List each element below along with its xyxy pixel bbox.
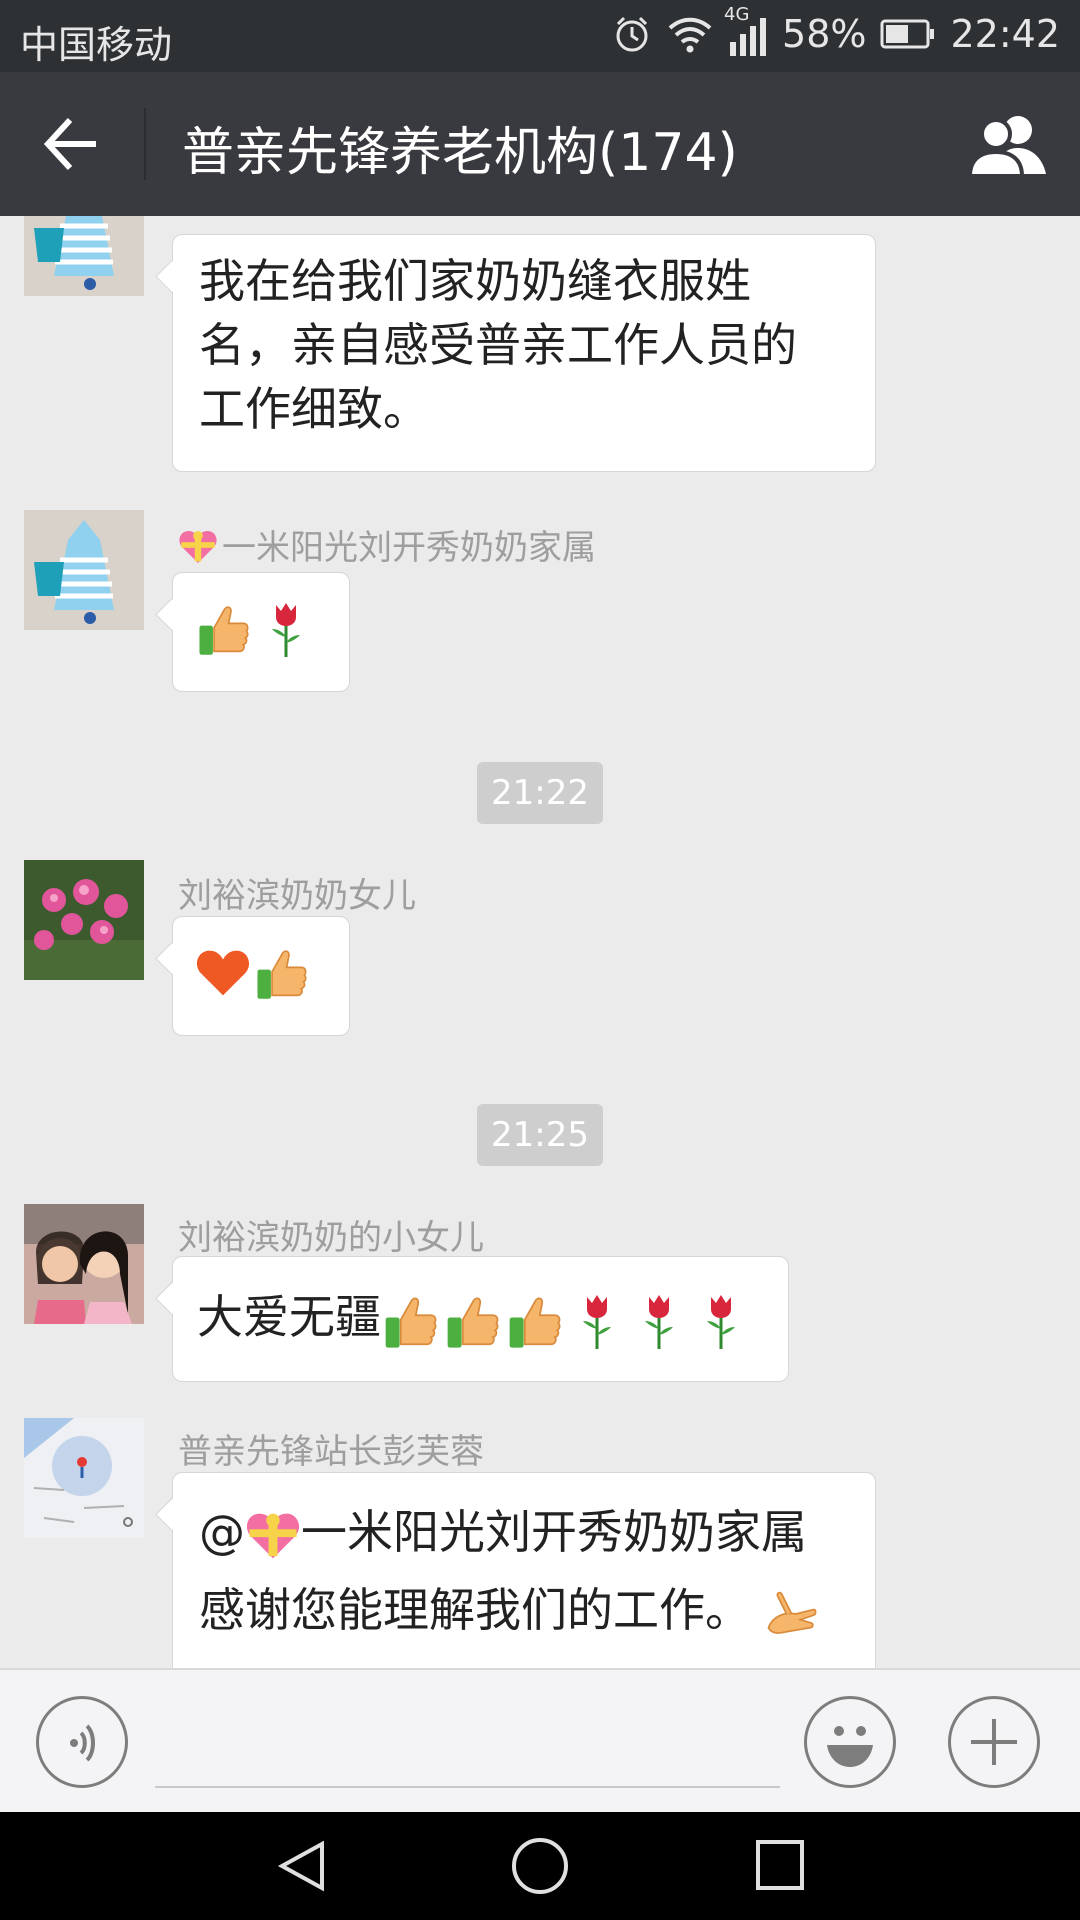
sender-name: 刘裕滨奶奶女儿 <box>178 876 416 916</box>
gift-heart-emoji <box>245 1511 301 1561</box>
thumbs-up-emoji <box>381 1292 439 1350</box>
message-bubble[interactable]: @ 一米阳光刘开秀奶奶家属 感谢您能理解我们的工作。 <box>172 1472 876 1668</box>
thumbs-up-emoji <box>195 601 251 657</box>
gift-heart-emoji <box>178 529 218 565</box>
signal-icon: 4G <box>724 4 768 58</box>
thumbs-up-emoji <box>505 1292 563 1350</box>
nav-home-icon[interactable] <box>510 1838 570 1898</box>
mention-at: @ <box>199 1505 245 1559</box>
battery-icon <box>880 19 935 49</box>
avatar[interactable] <box>24 1204 144 1324</box>
chat-header: 普亲先锋养老机构(174) <box>0 72 1080 216</box>
carrier-name: 中国移动 <box>20 23 173 67</box>
input-bar <box>0 1668 1080 1814</box>
header-divider <box>144 108 146 180</box>
message-bubble[interactable] <box>172 572 350 692</box>
message-line: @ 一米阳光刘开秀奶奶家属 <box>199 1493 849 1571</box>
message-line: 感谢您能理解我们的工作。 <box>199 1571 849 1649</box>
rose-emoji <box>577 1291 617 1351</box>
voice-button[interactable] <box>36 1696 128 1788</box>
timestamp: 21:25 <box>477 1104 603 1166</box>
thumbs-up-emoji <box>253 945 309 1001</box>
wifi-icon <box>668 17 712 53</box>
plus-icon <box>971 1719 1017 1765</box>
sender-name: 刘裕滨奶奶的小女儿 <box>178 1218 484 1258</box>
chat-title: 普亲先锋养老机构(174) <box>182 123 738 183</box>
avatar[interactable] <box>24 216 144 296</box>
more-button[interactable] <box>948 1696 1040 1788</box>
message-bubble[interactable]: 我在给我们家奶奶缝衣服姓 名，亲自感受普亲工作人员的 工作细致。 <box>172 234 876 472</box>
mention-name: 一米阳光刘开秀奶奶家属 <box>301 1505 807 1559</box>
clock: 22:42 <box>950 12 1060 56</box>
system-nav-bar <box>0 1812 1080 1920</box>
avatar[interactable] <box>24 1418 144 1538</box>
nav-recents-icon[interactable] <box>752 1838 808 1894</box>
rose-emoji <box>639 1291 679 1351</box>
alarm-icon <box>616 16 648 52</box>
ok-hand-emoji <box>761 1589 819 1639</box>
sender-name: 一米阳光刘开秀奶奶家属 <box>178 520 596 569</box>
sender-name: 普亲先锋站长彭芙蓉 <box>178 1432 484 1472</box>
message-bubble[interactable]: 大爱无疆 <box>172 1256 789 1382</box>
avatar[interactable] <box>24 860 144 980</box>
avatar[interactable] <box>24 510 144 630</box>
nav-back-icon[interactable] <box>274 1838 330 1894</box>
group-members-icon[interactable] <box>966 112 1050 178</box>
timestamp: 21:22 <box>477 762 603 824</box>
battery-percent: 58% <box>782 12 867 56</box>
message-text-line: 工作细致。 <box>199 382 429 436</box>
status-bar: 中国移动 4G 58% 22:42 <box>0 0 1080 72</box>
message-text: 大爱无疆 <box>197 1290 381 1344</box>
emoji-button[interactable] <box>804 1696 896 1788</box>
red-heart-emoji <box>195 948 251 998</box>
message-text-line: 我在给我们家奶奶缝衣服姓 <box>199 254 751 308</box>
rose-emoji <box>701 1291 741 1351</box>
message-text-line: 名，亲自感受普亲工作人员的 <box>199 318 797 372</box>
message-text: 感谢您能理解我们的工作。 <box>199 1583 751 1637</box>
thumbs-up-emoji <box>443 1292 501 1350</box>
message-list[interactable]: 我在给我们家奶奶缝衣服姓 名，亲自感受普亲工作人员的 工作细致。 一米阳光刘开秀… <box>0 216 1080 1668</box>
message-bubble[interactable] <box>172 916 350 1036</box>
arrow-left-icon[interactable] <box>40 114 104 174</box>
message-input[interactable] <box>155 1786 780 1788</box>
rose-emoji <box>266 599 306 659</box>
smiley-icon <box>827 1726 873 1767</box>
voice-icon <box>70 1724 95 1762</box>
